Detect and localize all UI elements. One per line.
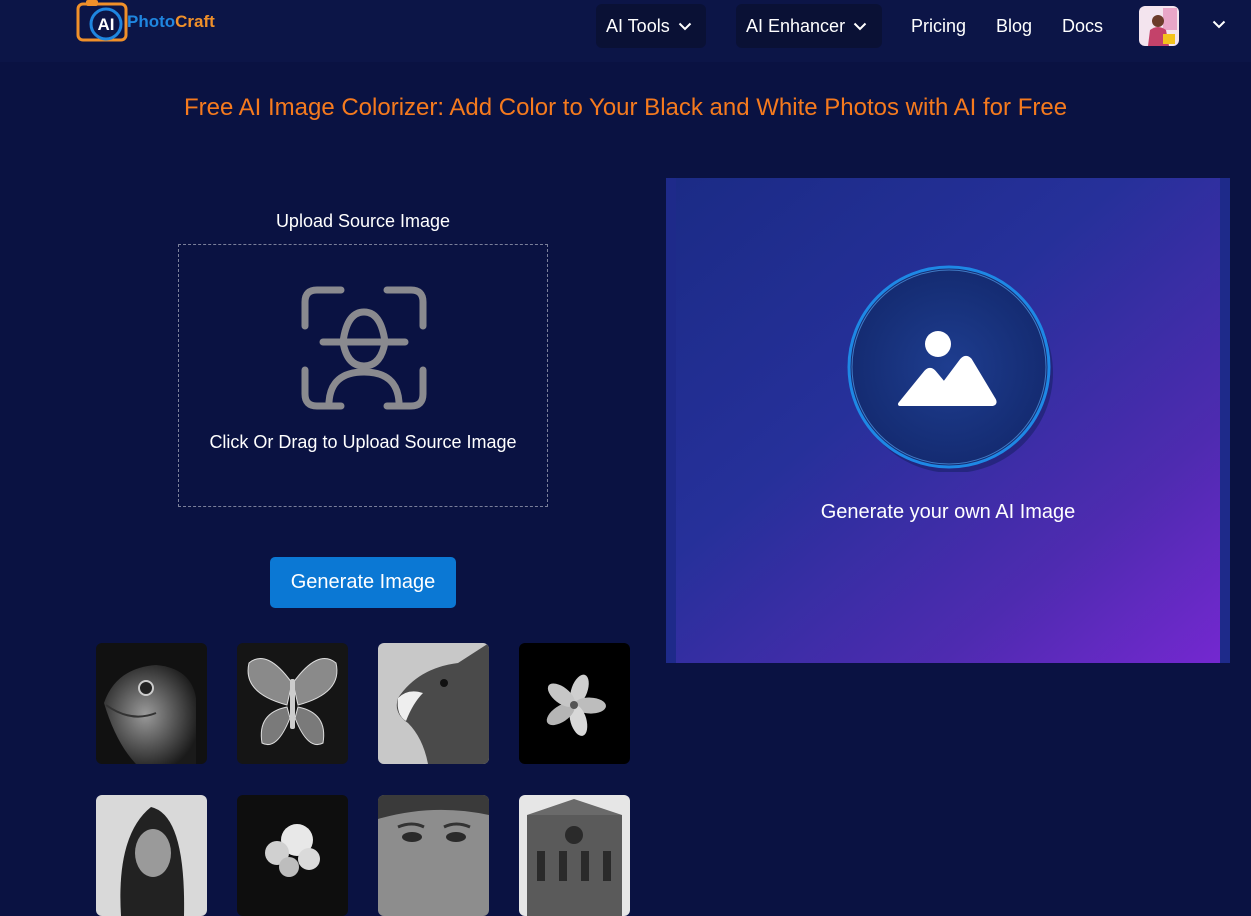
nav-blog-link[interactable]: Blog — [996, 16, 1032, 37]
ai-enhancer-label: AI Enhancer — [746, 15, 846, 36]
ai-enhancer-dropdown[interactable]: AI Enhancer — [736, 4, 882, 48]
page-title: Free AI Image Colorizer: Add Color to Yo… — [183, 94, 1068, 121]
preview-canvas: Generate your own AI Image — [676, 178, 1220, 663]
lizard-image — [96, 643, 207, 764]
upload-label: Upload Source Image — [275, 211, 451, 231]
generate-image-button[interactable]: Generate Image — [270, 557, 456, 608]
upload-dropzone[interactable]: Click Or Drag to Upload Source Image — [178, 244, 548, 507]
logo-text: PhotoCraft — [127, 12, 215, 32]
avatar-image — [1139, 6, 1179, 46]
sample-thumb-white-flowers[interactable] — [237, 795, 348, 916]
eagle-image — [378, 643, 489, 764]
logo[interactable]: AI PhotoCraft — [76, 0, 236, 46]
sample-thumb-woman-portrait[interactable] — [96, 795, 207, 916]
sample-thumb-eagle[interactable] — [378, 643, 489, 764]
sample-thumb-lizard[interactable] — [96, 643, 207, 764]
logo-name-part1: Photo — [127, 12, 176, 31]
sample-thumb-flower[interactable] — [519, 643, 630, 764]
nav-pricing-link[interactable]: Pricing — [911, 16, 966, 37]
upload-hint: Click Or Drag to Upload Source Image — [209, 432, 517, 452]
sample-thumb-face-closeup[interactable] — [378, 795, 489, 916]
user-avatar[interactable] — [1139, 6, 1179, 46]
image-placeholder-icon — [847, 265, 1053, 472]
ai-tools-label: AI Tools — [606, 15, 670, 36]
logo-badge: AI — [98, 15, 115, 34]
top-nav: AI PhotoCraft AI Tools AI Enhancer Prici… — [0, 0, 1251, 62]
flower-image — [519, 643, 630, 764]
account-chevron-down-icon[interactable] — [1212, 20, 1226, 29]
preview-caption: Generate your own AI Image — [820, 501, 1076, 523]
chevron-down-icon — [678, 22, 691, 30]
sample-thumb-cathedral[interactable] — [519, 795, 630, 916]
cathedral-image — [519, 795, 630, 916]
logo-name-part2: Craft — [175, 12, 215, 31]
camera-logo-icon: AI — [76, 0, 128, 42]
sample-thumb-butterfly[interactable] — [237, 643, 348, 764]
preview-panel: Generate your own AI Image — [666, 178, 1230, 663]
ai-tools-dropdown[interactable]: AI Tools — [596, 4, 706, 48]
nav-docs-link[interactable]: Docs — [1062, 16, 1103, 37]
woman-portrait-image — [96, 795, 207, 916]
face-scan-icon — [301, 286, 427, 410]
white-flowers-image — [237, 795, 348, 916]
face-closeup-image — [378, 795, 489, 916]
butterfly-image — [237, 643, 348, 764]
chevron-down-icon — [853, 22, 867, 30]
